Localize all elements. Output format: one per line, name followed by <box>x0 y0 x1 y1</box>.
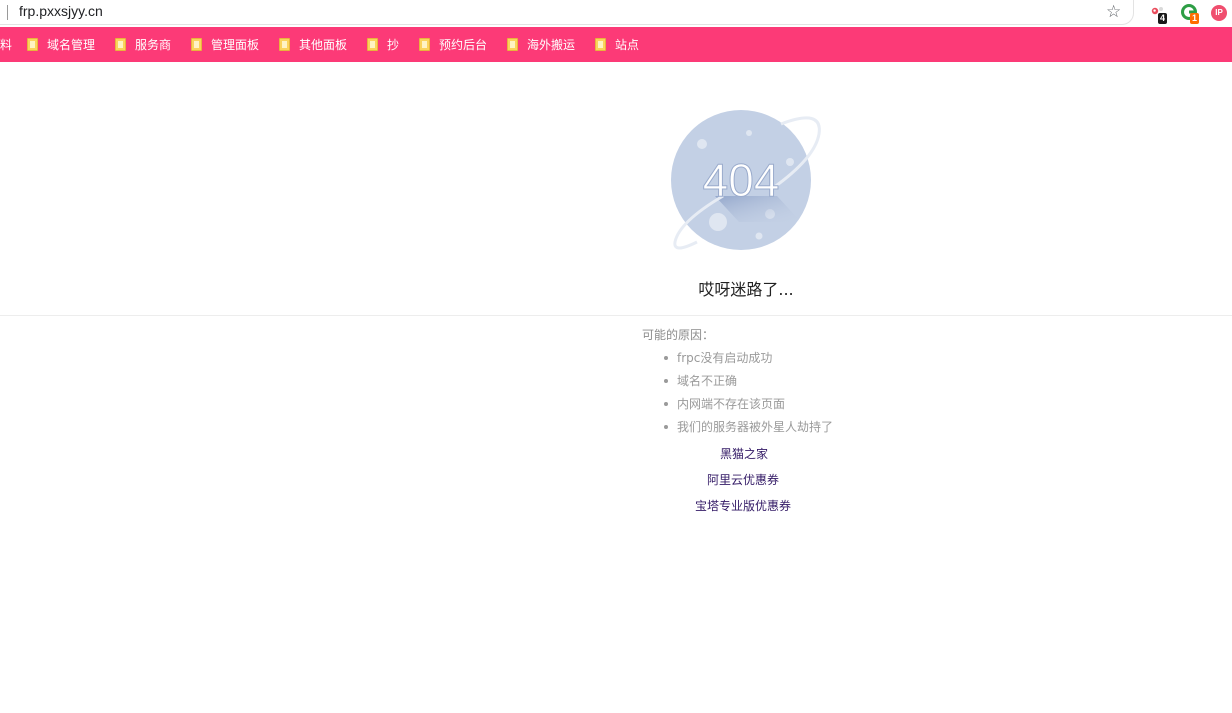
reasons-title: 可能的原因： <box>642 328 715 342</box>
address-separator <box>7 5 8 20</box>
folder-icon <box>279 38 290 51</box>
folder-icon <box>115 38 126 51</box>
bookmark-label: 管理面板 <box>211 38 260 52</box>
folder-icon <box>419 38 430 51</box>
bookmark-star-icon[interactable]: ☆ <box>1106 2 1121 22</box>
address-bar: frp.pxxsjyy.cn ☆ 4 1 IP <box>0 0 1232 26</box>
bookmark-label: 海外搬运 <box>527 38 576 52</box>
bookmark-folder-providers[interactable]: 服务商 <box>115 27 171 62</box>
bookmark-label: 预约后台 <box>439 38 488 52</box>
link-aliyun-coupon[interactable]: 阿里云优惠券 <box>707 471 779 488</box>
extension-2-badge: 1 <box>1190 13 1200 24</box>
folder-icon <box>191 38 202 51</box>
link-heimao-home[interactable]: 黑猫之家 <box>720 445 768 462</box>
bookmark-label: 其他面板 <box>299 38 348 52</box>
error-headline: 哎呀迷路了... <box>698 280 794 299</box>
bookmark-folder-overseas[interactable]: 海外搬运 <box>507 27 575 62</box>
list-item: 域名不正确 <box>663 371 833 394</box>
bookmark-label: 域名管理 <box>47 38 96 52</box>
divider <box>0 315 1232 316</box>
bookmark-folder-booking[interactable]: 预约后台 <box>419 27 487 62</box>
link-baota-coupon[interactable]: 宝塔专业版优惠券 <box>695 497 791 514</box>
bookmark-folder-sites[interactable]: 站点 <box>595 27 639 62</box>
bookmark-label: 服务商 <box>135 38 172 52</box>
bookmark-partial-label: 料 <box>0 38 13 52</box>
list-item: 我们的服务器被外星人劫持了 <box>663 417 833 440</box>
extension-1-badge: 4 <box>1158 13 1168 24</box>
list-item: 内网端不存在该页面 <box>663 394 833 417</box>
bookmarks-bar: 料 域名管理 服务商 管理面板 其他面板 抄 预约后台 海外搬运 站点 <box>0 27 1232 62</box>
folder-icon <box>367 38 378 51</box>
ip-extension-icon[interactable]: IP <box>1211 5 1227 21</box>
ip-extension-label: IP <box>1215 8 1223 17</box>
bookmark-label: 站点 <box>615 38 640 52</box>
folder-icon <box>27 38 38 51</box>
bookmark-folder-other-panels[interactable]: 其他面板 <box>279 27 347 62</box>
folder-icon <box>595 38 606 51</box>
bookmark-partial[interactable]: 料 <box>0 27 12 62</box>
bookmark-label: 抄 <box>387 38 400 52</box>
error-code: 404 <box>703 154 780 206</box>
bookmark-folder-copy[interactable]: 抄 <box>367 27 399 62</box>
omnibox[interactable] <box>0 0 1134 25</box>
list-item: frpc没有启动成功 <box>663 348 833 371</box>
reasons-list: frpc没有启动成功 域名不正确 内网端不存在该页面 我们的服务器被外星人劫持了 <box>663 348 833 440</box>
planet-404-illustration: 404 <box>663 104 829 260</box>
bookmark-folder-admin-panel[interactable]: 管理面板 <box>191 27 259 62</box>
folder-icon <box>507 38 518 51</box>
bookmark-folder-domain[interactable]: 域名管理 <box>27 27 95 62</box>
url-text[interactable]: frp.pxxsjyy.cn <box>19 3 103 19</box>
